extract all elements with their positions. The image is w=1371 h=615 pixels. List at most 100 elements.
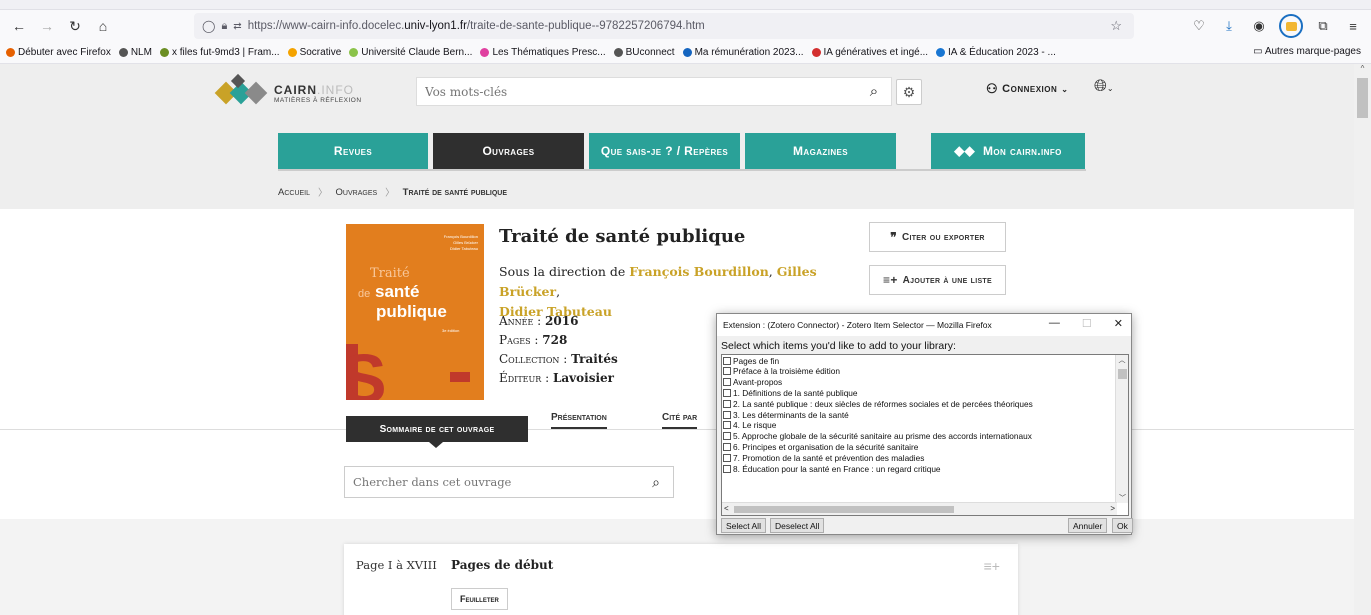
- add-to-list-button[interactable]: ≡+ Ajouter à une liste: [869, 265, 1006, 295]
- list-item[interactable]: 6. Principes et organisation de la sécur…: [722, 442, 1128, 452]
- list-item[interactable]: 3. Les déterminants de la santé: [722, 409, 1128, 420]
- item-checkbox[interactable]: [723, 378, 731, 387]
- item-checkbox[interactable]: [723, 367, 731, 376]
- scroll-left-icon[interactable]: <: [724, 504, 729, 513]
- toc-title[interactable]: Pages de début: [451, 558, 553, 572]
- menu-icon[interactable]: ≡: [1343, 16, 1363, 36]
- select-all-button[interactable]: Select All: [721, 518, 766, 533]
- breadcrumb-section[interactable]: Ouvrages: [336, 187, 378, 198]
- bookmark-item[interactable]: Débuter avec Firefox: [6, 47, 111, 58]
- list-item[interactable]: 7. Promotion de la santé et prévention d…: [722, 453, 1128, 463]
- list-item[interactable]: Pages de fin: [722, 356, 1128, 366]
- meta-value[interactable]: Traités: [571, 352, 618, 366]
- reload-icon[interactable]: ↻: [64, 15, 86, 37]
- nav-revues[interactable]: Revues: [278, 133, 428, 169]
- breadcrumb-home[interactable]: Accueil: [278, 187, 310, 198]
- list-item[interactable]: 8. Éducation pour la santé en France : u…: [722, 463, 1128, 474]
- bookmark-item[interactable]: Ma rémunération 2023...: [682, 47, 804, 58]
- item-checkbox[interactable]: [723, 443, 731, 452]
- item-label: 7. Promotion de la santé et prévention d…: [733, 452, 925, 463]
- settings-gear-icon[interactable]: ⚙: [896, 79, 922, 105]
- nav-que-sais-je[interactable]: Que sais-je ? / Repères: [589, 133, 740, 169]
- home-icon[interactable]: ⌂: [92, 15, 114, 37]
- connexion-link[interactable]: ⚇ Connexion ⌄: [986, 81, 1068, 97]
- list-horizontal-scrollbar[interactable]: < >: [722, 502, 1117, 515]
- bookmark-item[interactable]: x files fut-9md3 | Fram...: [159, 47, 280, 58]
- close-icon[interactable]: ✕: [1114, 317, 1123, 330]
- deselect-all-label: Deselect All: [775, 520, 820, 531]
- item-checkbox[interactable]: [723, 464, 731, 473]
- pocket-icon[interactable]: ♡: [1189, 16, 1209, 36]
- list-item[interactable]: Préface à la troisième édition: [722, 366, 1128, 376]
- item-checkbox[interactable]: [723, 432, 731, 441]
- ok-button[interactable]: Ok: [1112, 518, 1133, 533]
- author-link[interactable]: François Bourdillon: [629, 264, 769, 279]
- list-item[interactable]: Avant-propos: [722, 377, 1128, 387]
- list-item[interactable]: 4. Le risque: [722, 420, 1128, 430]
- add-to-list-icon[interactable]: ≡+: [984, 558, 1000, 574]
- list-item[interactable]: 5. Approche globale de la sécurité sanit…: [722, 431, 1128, 441]
- search-icon[interactable]: ⌕: [857, 78, 891, 105]
- item-checkbox[interactable]: [723, 453, 731, 462]
- item-checkbox[interactable]: [723, 421, 731, 430]
- zotero-extension-icon[interactable]: [1279, 14, 1303, 38]
- cite-export-button[interactable]: ❞ Citer ou exporter: [869, 222, 1006, 252]
- deselect-all-button[interactable]: Deselect All: [770, 518, 825, 533]
- item-checkbox[interactable]: [723, 356, 731, 365]
- download-icon[interactable]: ⤓: [1219, 16, 1239, 36]
- scroll-up-icon[interactable]: ^: [1354, 64, 1371, 73]
- page-scrollbar[interactable]: ^: [1354, 64, 1371, 615]
- bookmark-item[interactable]: IA génératives et ingé...: [811, 47, 928, 58]
- meta-value[interactable]: Lavoisier: [553, 371, 614, 385]
- scroll-right-icon[interactable]: >: [1110, 504, 1115, 513]
- cancel-button[interactable]: Annuler: [1068, 518, 1108, 533]
- list-hscroll-thumb[interactable]: [734, 506, 954, 513]
- page-scroll-thumb[interactable]: [1357, 78, 1368, 118]
- search-icon[interactable]: ⌕: [639, 474, 673, 491]
- url-bar[interactable]: ◯ 🔒︎ ⇄ https://www-cairn-info.docelec.un…: [194, 13, 1134, 39]
- nav-ouvrages[interactable]: Ouvrages: [433, 133, 584, 169]
- item-checkbox[interactable]: [723, 399, 731, 408]
- language-globe-icon[interactable]: 🌐︎⌄: [1094, 78, 1114, 96]
- nav-magazines[interactable]: Magazines: [745, 133, 896, 169]
- minimize-icon[interactable]: —: [1049, 317, 1060, 330]
- list-vscroll-thumb[interactable]: [1118, 369, 1127, 379]
- tab-presentation[interactable]: Présentation: [551, 412, 607, 429]
- item-label: 4. Le risque: [733, 420, 777, 431]
- item-checkbox[interactable]: [723, 410, 731, 419]
- bookmark-item[interactable]: Socrative: [287, 47, 341, 58]
- search-input[interactable]: [417, 78, 857, 105]
- cover-de: de: [358, 288, 371, 300]
- scroll-down-icon[interactable]: ﹀: [1116, 493, 1128, 503]
- back-icon[interactable]: ←: [8, 15, 30, 37]
- bookmark-item[interactable]: NLM: [118, 47, 152, 58]
- extensions-icon[interactable]: ⧉: [1313, 16, 1333, 36]
- feuilleter-button[interactable]: Feuilleter: [451, 588, 508, 610]
- tab-sommaire[interactable]: Sommaire de cet ouvrage: [346, 416, 528, 448]
- item-checkbox[interactable]: [723, 389, 731, 398]
- bookmark-item[interactable]: Les Thématiques Presc...: [480, 47, 606, 58]
- bookmark-favicon-icon: [936, 48, 946, 57]
- nav-que-sais-je-label: Que sais-je ? / Repères: [600, 144, 729, 158]
- other-bookmarks[interactable]: ▭ Autres marque-pages: [1253, 46, 1361, 57]
- forward-icon[interactable]: →: [36, 15, 58, 37]
- list-item[interactable]: 1. Définitions de la santé publique: [722, 388, 1128, 398]
- scroll-up-icon[interactable]: ︿: [1116, 355, 1128, 365]
- account-icon[interactable]: ◉: [1249, 16, 1269, 36]
- list-vertical-scrollbar[interactable]: ︿ ﹀: [1115, 355, 1128, 503]
- star-icon[interactable]: ☆: [1110, 18, 1122, 34]
- list-item[interactable]: 2. La santé publique : deux siècles de r…: [722, 399, 1128, 409]
- bookmark-item[interactable]: Université Claude Bern...: [349, 47, 472, 58]
- book-search-input[interactable]: [345, 475, 639, 489]
- maximize-icon: ☐: [1081, 318, 1092, 330]
- tab-cite-par-label: Cité par: [662, 412, 698, 423]
- nav-mon-cairn[interactable]: ◆◆ Mon cairn.info: [931, 133, 1085, 169]
- breadcrumb: Accueil 〉 Ouvrages 〉 Traité de santé pub…: [278, 185, 507, 200]
- connexion-label: Connexion: [1002, 83, 1058, 95]
- publisher-logo: [450, 372, 470, 382]
- book-cover[interactable]: François Bourdillon Gilles Brücker Didie…: [346, 224, 484, 400]
- cairn-logo[interactable]: CAIRN.INFO MATIÈRES À RÉFLEXION: [214, 73, 362, 110]
- tab-cite-par[interactable]: Cité par: [662, 412, 698, 429]
- bookmark-item[interactable]: BUconnect: [613, 47, 675, 58]
- bookmark-item[interactable]: IA & Éducation 2023 - ...: [936, 47, 1056, 58]
